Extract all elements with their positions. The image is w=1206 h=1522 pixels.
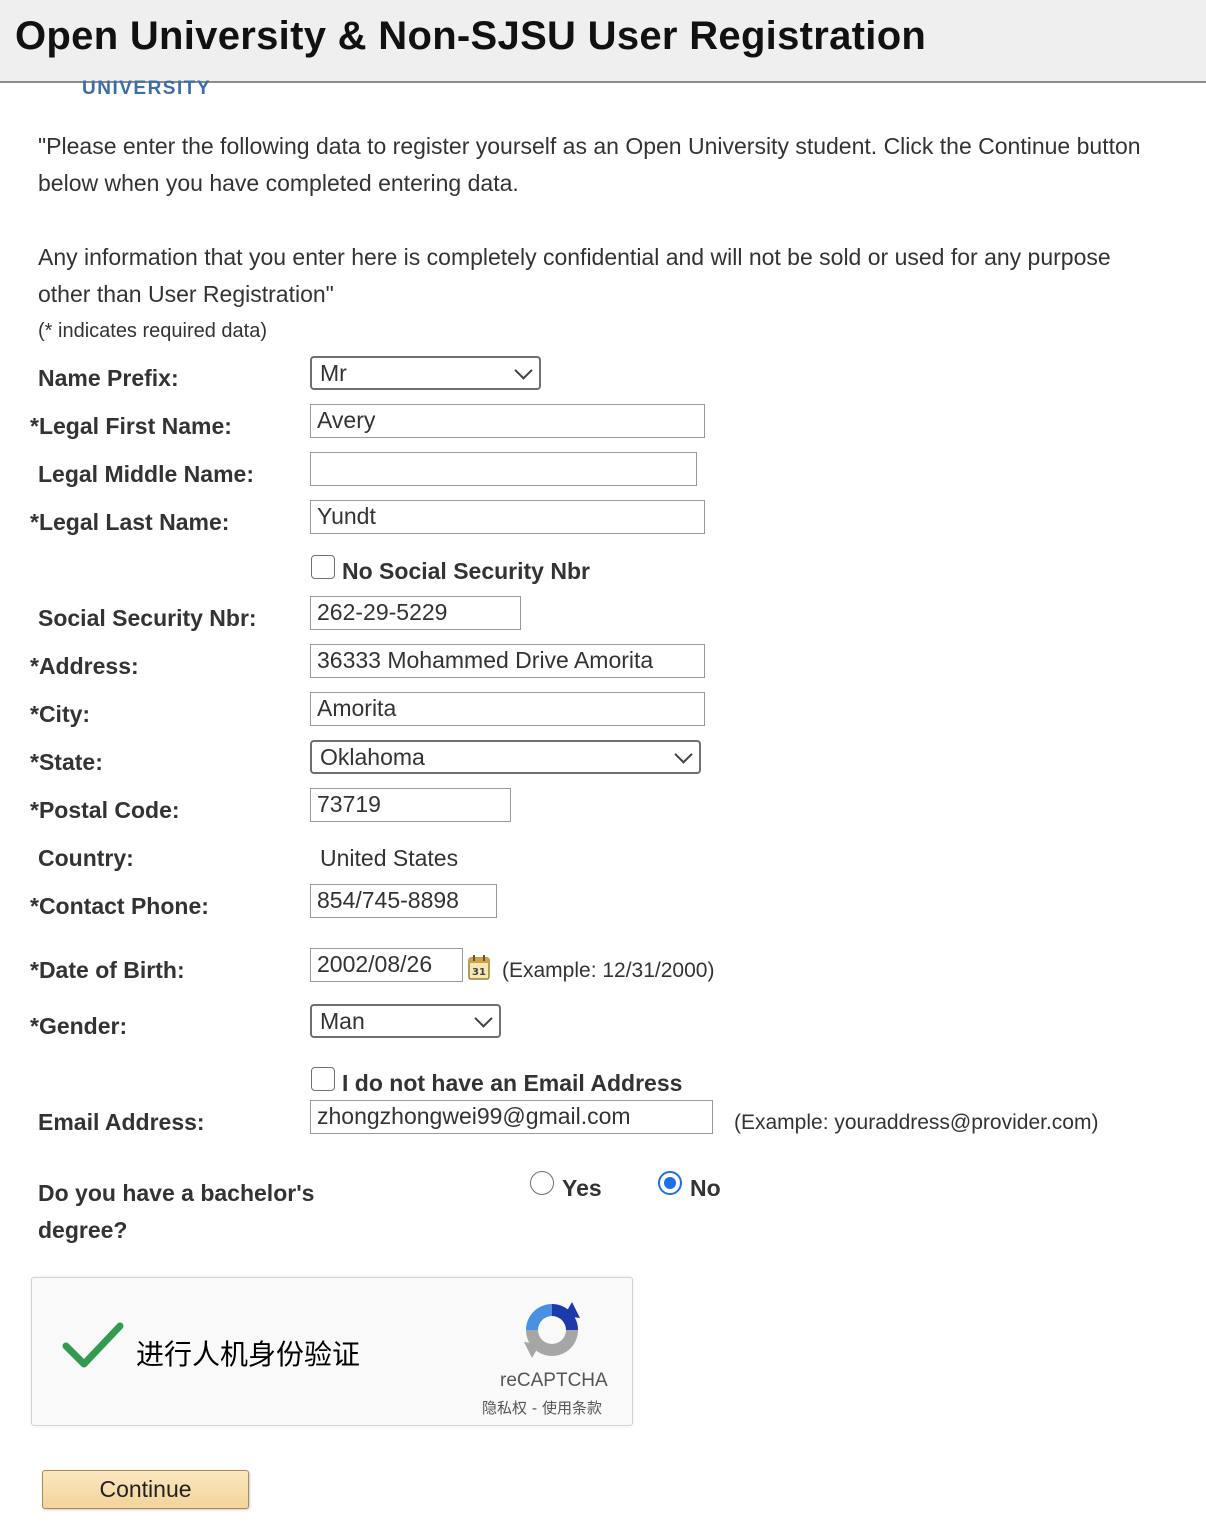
state-select[interactable]: Oklahoma bbox=[310, 740, 701, 774]
gender-select[interactable]: Man bbox=[310, 1004, 501, 1038]
recaptcha-widget[interactable]: 进行人机身份验证 reCAPTCHA 隐私权 - 使用条款 bbox=[31, 1277, 633, 1426]
chevron-down-icon bbox=[674, 745, 693, 764]
dob-example: (Example: 12/31/2000) bbox=[502, 959, 715, 982]
name-prefix-label: Name Prefix: bbox=[38, 365, 179, 391]
no-ssn-label: No Social Security Nbr bbox=[342, 558, 590, 584]
city-input[interactable]: Amorita bbox=[310, 692, 705, 726]
recaptcha-logo-icon bbox=[524, 1302, 580, 1358]
name-prefix-select[interactable]: Mr bbox=[310, 356, 541, 390]
recaptcha-label: 进行人机身份验证 bbox=[136, 1338, 361, 1371]
state-label: *State: bbox=[30, 749, 103, 775]
svg-text:31: 31 bbox=[472, 967, 486, 978]
chevron-down-icon bbox=[514, 361, 533, 380]
no-email-checkbox[interactable] bbox=[311, 1067, 335, 1091]
intro-paragraph-1: "Please enter the following data to regi… bbox=[38, 133, 1141, 196]
country-value: United States bbox=[320, 845, 459, 871]
first-name-input[interactable]: Avery bbox=[310, 404, 705, 438]
intro-paragraph-2: Any information that you enter here is c… bbox=[38, 244, 1111, 307]
first-name-label: *Legal First Name: bbox=[30, 413, 232, 439]
gender-label: *Gender: bbox=[30, 1013, 128, 1039]
checkmark-icon bbox=[62, 1322, 124, 1368]
no-email-label: I do not have an Email Address bbox=[342, 1070, 683, 1096]
last-name-label: *Legal Last Name: bbox=[30, 509, 230, 535]
dob-input[interactable]: 2002/08/26 bbox=[310, 948, 463, 982]
city-label: *City: bbox=[30, 701, 91, 727]
last-name-input[interactable]: Yundt bbox=[310, 500, 705, 534]
required-note: (* indicates required data) bbox=[38, 320, 268, 342]
ssn-input[interactable]: 262-29-5229 bbox=[310, 596, 521, 630]
postal-code-input[interactable]: 73719 bbox=[310, 788, 511, 822]
gender-value: Man bbox=[320, 1008, 365, 1034]
postal-code-label: *Postal Code: bbox=[30, 797, 180, 823]
middle-name-input[interactable] bbox=[310, 452, 697, 486]
bachelor-no-label: No bbox=[690, 1175, 721, 1201]
middle-name-label: Legal Middle Name: bbox=[38, 461, 254, 487]
ssn-label: Social Security Nbr: bbox=[38, 605, 257, 631]
no-ssn-checkbox[interactable] bbox=[311, 555, 335, 579]
phone-label: *Contact Phone: bbox=[30, 893, 209, 919]
bachelor-yes-label: Yes bbox=[562, 1175, 602, 1201]
dob-label: *Date of Birth: bbox=[30, 957, 185, 983]
bachelor-question-line1: Do you have a bachelor's bbox=[38, 1180, 315, 1206]
name-prefix-value: Mr bbox=[320, 360, 347, 386]
address-input[interactable]: 36333 Mohammed Drive Amorita bbox=[310, 644, 705, 678]
email-input[interactable]: zhongzhongwei99@gmail.com bbox=[310, 1100, 713, 1134]
bachelor-yes-radio[interactable] bbox=[530, 1171, 554, 1195]
email-example: (Example: youraddress@provider.com) bbox=[734, 1111, 1099, 1134]
email-label: Email Address: bbox=[38, 1109, 205, 1135]
recaptcha-terms-link[interactable]: 隐私权 - 使用条款 bbox=[482, 1397, 602, 1418]
bachelor-no-radio[interactable] bbox=[658, 1171, 682, 1195]
page-title: Open University & Non-SJSU User Registra… bbox=[15, 14, 927, 58]
chevron-down-icon bbox=[474, 1009, 493, 1028]
phone-input[interactable]: 854/745-8898 bbox=[310, 884, 497, 918]
state-value: Oklahoma bbox=[320, 744, 425, 770]
calendar-icon[interactable]: 31 bbox=[468, 954, 490, 980]
page-header: Open University & Non-SJSU User Registra… bbox=[0, 0, 1206, 83]
recaptcha-brand: reCAPTCHA bbox=[500, 1370, 608, 1391]
address-label: *Address: bbox=[30, 653, 139, 679]
continue-button[interactable]: Continue bbox=[42, 1470, 249, 1509]
country-label: Country: bbox=[38, 845, 134, 871]
university-logo: UNIVERSITY bbox=[82, 78, 212, 96]
bachelor-question-line2: degree? bbox=[38, 1217, 128, 1243]
